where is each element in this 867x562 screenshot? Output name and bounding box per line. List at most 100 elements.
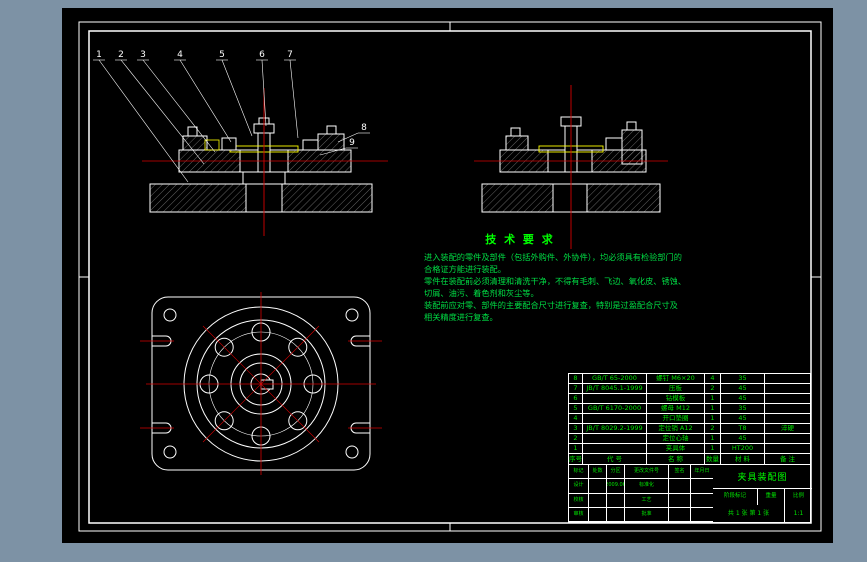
sign-role2: 标准化 [625,479,669,494]
rev-doc: 更改文件号 [625,465,669,480]
part-seq: 5 [569,404,583,415]
sign-name2 [669,493,691,508]
part-material: 45 [721,414,765,425]
tech-requirement-line: 装配前应对零、部件的主要配合尺寸进行复查，特别是过盈配合尺寸及 [424,300,678,310]
callout-label: 1 [96,50,102,60]
left-clamp-block [505,135,529,151]
part-seq: 1 [569,444,583,455]
tech-requirement-line: 切屑、油污、着色剂和灰尘等。 [424,288,539,298]
part-material: T8 [721,424,765,435]
part-material: HT200 [721,444,765,455]
rev-zone: 分区 [607,465,625,480]
signature-rows: 设计 2009.06 标准化 校核 工艺 审核 [569,479,713,522]
part-seq: 3 [569,424,583,435]
sign-name [589,493,607,508]
parts-row: 7 JB/T 8045.1-1999 压板 2 45 [569,384,810,395]
part-qty: 1 [705,394,721,405]
sign-role: 设计 [569,479,589,494]
part-seq: 6 [569,394,583,405]
part-remark [765,404,810,415]
sign-date2 [691,479,713,494]
part-code [583,434,647,445]
mid-right-part [605,137,623,151]
sign-date2 [691,494,713,508]
part-name: 夹具体 [647,444,705,455]
tech-requirements-title: 技 术 要 求 [485,233,555,246]
callout-label: 8 [361,123,367,133]
sign-role: 校核 [569,493,589,508]
parts-row: 1 夹具体 1 HT200 [569,444,810,455]
sign-date [607,507,625,522]
mid-right-part [302,139,319,151]
callout-label: 9 [349,138,355,148]
part-qty: 1 [705,444,721,455]
part-code [583,444,647,455]
part-remark: 淬硬 [765,424,810,435]
parts-row: 3 JB/T 8029.2-1999 定位销 A12 2 T8 淬硬 [569,424,810,435]
mid-left-part [221,137,237,151]
title-block-right: 夹具装配图 阶段标记 重量 比例 共 1 张 第 1 张 1:1 [713,465,812,522]
right-block [621,129,643,165]
rev-count: 处数 [589,465,607,480]
technical-requirements: 技 术 要 求 进入装配的零件及部件（包括外购件、外协件），均必须具有检验部门的… [424,231,687,323]
rev-mark: 标记 [569,465,589,480]
left-clamp-block [182,135,208,151]
part-name: 定位心轴 [647,434,705,445]
signature-table: 标记 处数 分区 更改文件号 签名 年月日 设计 2009.06 标准化 [569,465,713,522]
parts-list: 8 GB/T 65-2000 螺钉 M6×20 4 35 7 JB/T 8045… [569,374,810,455]
drawing-title: 夹具装配图 [713,465,812,489]
part-remark [765,414,810,425]
scale-label: 比例 [792,493,804,500]
part-name: 螺钉 M6×20 [647,374,705,385]
sheet-count: 共 1 张 第 1 张 [713,505,785,522]
tech-requirements-body: 进入装配的零件及部件（包括外购件、外协件），均必须具有检验部门的 合格证方能进行装… [424,251,687,323]
keyway [260,379,274,390]
sign-name2 [669,507,691,522]
part-qty: 1 [705,414,721,425]
part-seq: 8 [569,374,583,385]
tech-requirement-line: 进入装配的零件及部件（包括外购件、外协件），均必须具有检验部门的 [424,252,682,262]
parts-row: 8 GB/T 65-2000 螺钉 M6×20 4 35 [569,374,810,385]
callout-label: 7 [287,50,293,60]
callout-label: 2 [118,50,124,60]
stage-label: 阶段标记 [713,489,758,505]
sign-date: 2009.06 [607,479,625,494]
title-block: 8 GB/T 65-2000 螺钉 M6×20 4 35 7 JB/T 8045… [568,373,812,523]
sign-name2 [669,479,691,494]
part-name: 螺母 M12 [647,404,705,415]
callout-label: 4 [177,50,183,60]
right-clamp-block [317,133,345,151]
header-code: 代 号 [583,454,647,465]
base-center-hole [552,183,588,213]
part-code: JB/T 8045.1-1999 [583,384,647,395]
sign-role2: 批准 [625,507,669,522]
part-material: 35 [721,374,765,385]
part-qty: 1 [705,404,721,415]
sign-name [589,507,607,522]
header-name: 名 称 [647,454,705,465]
part-material: 45 [721,384,765,395]
part-code: GB/T 6170-2000 [583,404,647,415]
part-seq: 4 [569,414,583,425]
parts-row: 6 钻模板 1 45 [569,394,810,405]
part-code [583,394,647,405]
revision-header-row: 标记 处数 分区 更改文件号 签名 年月日 [569,465,713,480]
parts-row: 2 定位心轴 1 45 [569,434,810,445]
tech-requirement-line: 相关精度进行复查。 [424,312,498,322]
signature-row: 审核 批准 [569,507,713,522]
rev-sign: 签名 [669,465,691,480]
tech-requirement-line: 零件在装配前必须清理和清洗干净，不得有毛刺、飞边、氧化皮、锈蚀、 [424,276,687,286]
part-remark [765,384,810,395]
sign-role: 审核 [569,507,589,522]
right-screw [326,125,337,135]
signature-row: 设计 2009.06 标准化 [569,479,713,494]
part-name: 定位销 A12 [647,424,705,435]
cad-window: 1 2 3 4 5 6 7 8 9 技 术 要 求 进入装配的零件及部件（包括外… [0,0,867,562]
part-material: 45 [721,394,765,405]
part-remark [765,374,810,385]
parts-header-row: 序号 代 号 名 称 数量 材 料 备 注 [569,454,810,465]
part-qty: 2 [705,384,721,395]
weight-label: 重量 [758,489,785,505]
part-code: GB/T 65-2000 [583,374,647,385]
callout-label: 6 [259,50,265,60]
